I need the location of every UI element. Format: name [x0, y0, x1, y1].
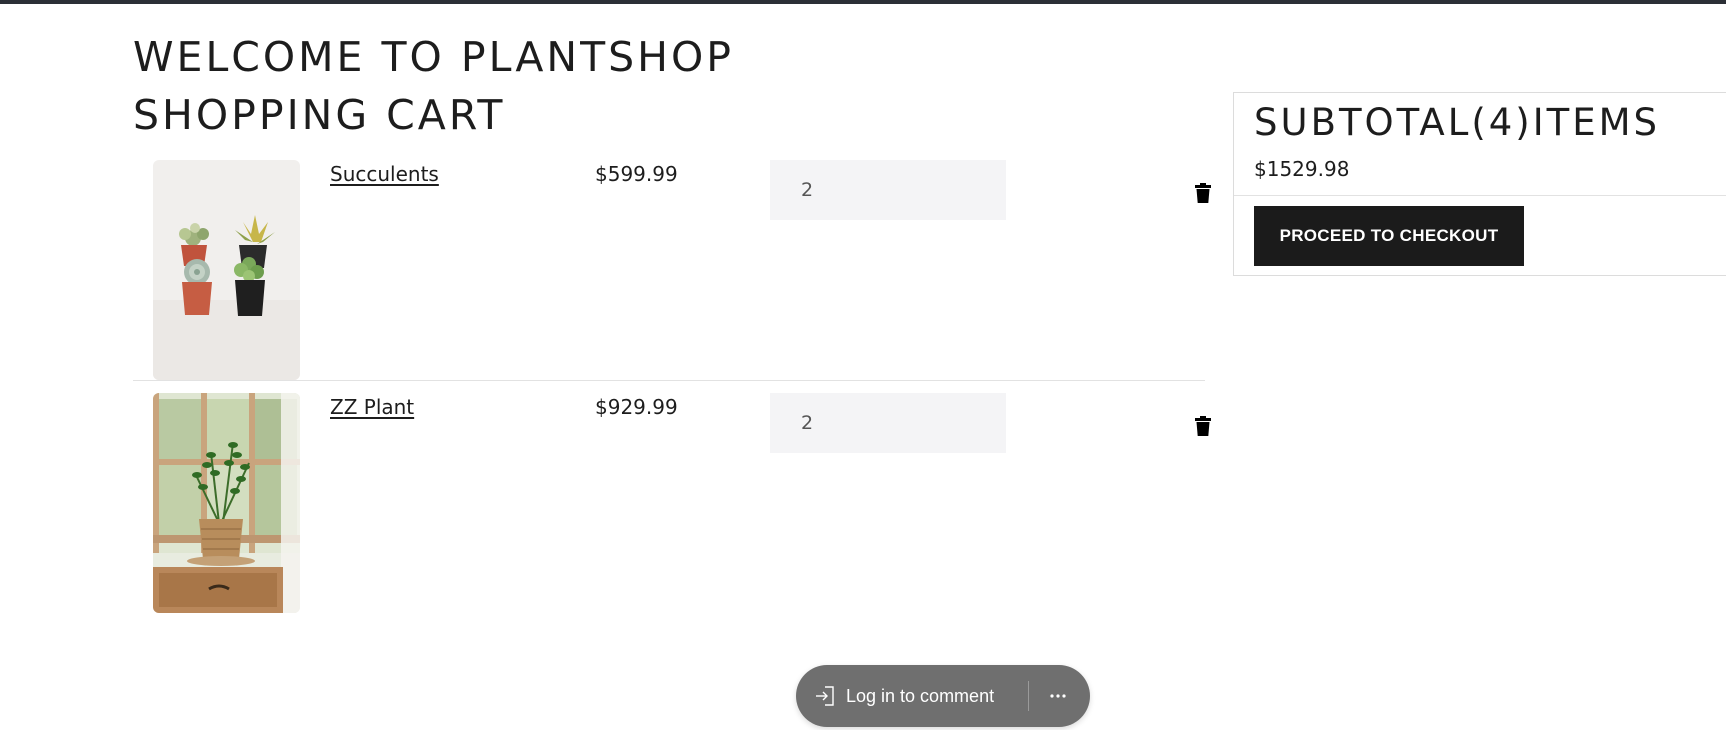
trash-icon — [1195, 183, 1211, 203]
product-name-link[interactable]: Succulents — [330, 162, 439, 186]
succulents-image — [153, 160, 300, 380]
subtotal-amount: $1529.98 — [1254, 157, 1350, 181]
trash-icon — [1195, 416, 1211, 436]
summary-divider — [1234, 195, 1726, 196]
checkout-button[interactable]: PROCEED TO CHECKOUT — [1254, 206, 1524, 266]
ellipsis-icon — [1050, 694, 1066, 698]
more-options-button[interactable] — [1040, 681, 1076, 711]
quantity-input[interactable] — [770, 160, 1006, 220]
product-price: $929.99 — [595, 395, 678, 419]
comment-bar: Log in to comment — [796, 665, 1090, 727]
delete-item-button[interactable] — [1191, 414, 1215, 438]
delete-item-button[interactable] — [1191, 181, 1215, 205]
shopping-cart-heading: SHOPPING CART — [133, 91, 506, 139]
order-summary: SUBTOTAL(4)ITEMS $1529.98 PROCEED TO CHE… — [1233, 92, 1726, 276]
quantity-input[interactable] — [770, 393, 1006, 453]
cart-list: Succulents $599.99 2 ZZ Plant $929.99 2 — [133, 158, 1211, 613]
product-price: $599.99 — [595, 162, 678, 186]
sign-in-icon — [816, 686, 834, 706]
cart-item: Succulents $599.99 — [133, 158, 1211, 381]
pill-divider — [1028, 681, 1029, 711]
zz-plant-image — [153, 393, 300, 613]
top-bar — [0, 0, 1726, 4]
welcome-heading: WELCOME TO PLANTSHOP — [133, 33, 734, 81]
login-to-comment-button[interactable]: Log in to comment — [814, 665, 994, 727]
login-to-comment-label: Log in to comment — [846, 685, 995, 706]
subtotal-title: SUBTOTAL(4)ITEMS — [1254, 101, 1661, 144]
product-name-link[interactable]: ZZ Plant — [330, 395, 414, 419]
cart-item: ZZ Plant $929.99 — [133, 391, 1211, 613]
